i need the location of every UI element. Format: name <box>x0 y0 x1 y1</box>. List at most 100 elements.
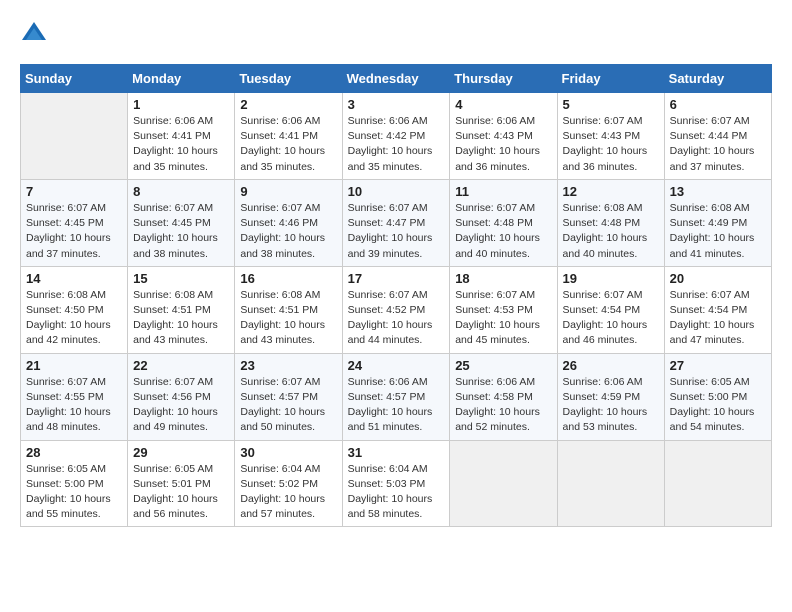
weekday-header-sunday: Sunday <box>21 65 128 93</box>
calendar-cell: 27 Sunrise: 6:05 AMSunset: 5:00 PMDayligh… <box>664 353 771 440</box>
logo-icon <box>20 20 48 48</box>
page-header <box>20 20 772 48</box>
day-number: 4 <box>455 97 551 112</box>
day-number: 15 <box>133 271 229 286</box>
weekday-header-wednesday: Wednesday <box>342 65 450 93</box>
day-number: 20 <box>670 271 766 286</box>
day-number: 27 <box>670 358 766 373</box>
calendar-cell: 14 Sunrise: 6:08 AMSunset: 4:50 PMDayligh… <box>21 266 128 353</box>
day-info: Sunrise: 6:05 AMSunset: 5:00 PMDaylight:… <box>670 375 766 436</box>
day-number: 31 <box>348 445 445 460</box>
day-number: 1 <box>133 97 229 112</box>
day-info: Sunrise: 6:07 AMSunset: 4:43 PMDaylight:… <box>563 114 659 175</box>
calendar-cell: 21 Sunrise: 6:07 AMSunset: 4:55 PMDayligh… <box>21 353 128 440</box>
day-info: Sunrise: 6:07 AMSunset: 4:53 PMDaylight:… <box>455 288 551 349</box>
calendar-cell <box>557 440 664 527</box>
calendar-cell: 26 Sunrise: 6:06 AMSunset: 4:59 PMDayligh… <box>557 353 664 440</box>
day-number: 24 <box>348 358 445 373</box>
calendar-cell: 17 Sunrise: 6:07 AMSunset: 4:52 PMDayligh… <box>342 266 450 353</box>
calendar-cell: 12 Sunrise: 6:08 AMSunset: 4:48 PMDayligh… <box>557 179 664 266</box>
day-info: Sunrise: 6:07 AMSunset: 4:56 PMDaylight:… <box>133 375 229 436</box>
day-info: Sunrise: 6:06 AMSunset: 4:41 PMDaylight:… <box>240 114 336 175</box>
day-info: Sunrise: 6:07 AMSunset: 4:55 PMDaylight:… <box>26 375 122 436</box>
weekday-header-thursday: Thursday <box>450 65 557 93</box>
day-number: 17 <box>348 271 445 286</box>
weekday-header-monday: Monday <box>128 65 235 93</box>
day-info: Sunrise: 6:04 AMSunset: 5:03 PMDaylight:… <box>348 462 445 523</box>
calendar-cell: 11Sunrise: 6:07 AMSunset: 4:48 PMDayligh… <box>450 179 557 266</box>
weekday-header-tuesday: Tuesday <box>235 65 342 93</box>
calendar-week-3: 21 Sunrise: 6:07 AMSunset: 4:55 PMDayligh… <box>21 353 772 440</box>
day-info: Sunrise: 6:07 AMSunset: 4:45 PMDaylight:… <box>26 201 122 262</box>
calendar-cell: 18 Sunrise: 6:07 AMSunset: 4:53 PMDayligh… <box>450 266 557 353</box>
day-info: Sunrise: 6:08 AMSunset: 4:49 PMDaylight:… <box>670 201 766 262</box>
day-number: 7 <box>26 184 122 199</box>
day-info: Sunrise: 6:07 AMSunset: 4:48 PMDaylight:… <box>455 201 551 262</box>
day-number: 3 <box>348 97 445 112</box>
day-number: 26 <box>563 358 659 373</box>
day-info: Sunrise: 6:08 AMSunset: 4:48 PMDaylight:… <box>563 201 659 262</box>
day-number: 18 <box>455 271 551 286</box>
calendar-cell: 20 Sunrise: 6:07 AMSunset: 4:54 PMDayligh… <box>664 266 771 353</box>
calendar-week-2: 14 Sunrise: 6:08 AMSunset: 4:50 PMDayligh… <box>21 266 772 353</box>
day-number: 21 <box>26 358 122 373</box>
day-info: Sunrise: 6:06 AMSunset: 4:43 PMDaylight:… <box>455 114 551 175</box>
day-number: 6 <box>670 97 766 112</box>
day-info: Sunrise: 6:07 AMSunset: 4:54 PMDaylight:… <box>670 288 766 349</box>
weekday-header-friday: Friday <box>557 65 664 93</box>
calendar-cell: 8 Sunrise: 6:07 AMSunset: 4:45 PMDaylight… <box>128 179 235 266</box>
logo <box>20 20 52 48</box>
day-info: Sunrise: 6:06 AMSunset: 4:59 PMDaylight:… <box>563 375 659 436</box>
calendar-cell: 30Sunrise: 6:04 AMSunset: 5:02 PMDayligh… <box>235 440 342 527</box>
day-info: Sunrise: 6:07 AMSunset: 4:44 PMDaylight:… <box>670 114 766 175</box>
calendar-cell: 7 Sunrise: 6:07 AMSunset: 4:45 PMDaylight… <box>21 179 128 266</box>
calendar-cell: 28 Sunrise: 6:05 AMSunset: 5:00 PMDayligh… <box>21 440 128 527</box>
day-info: Sunrise: 6:05 AMSunset: 5:01 PMDaylight:… <box>133 462 229 523</box>
calendar-cell: 4 Sunrise: 6:06 AMSunset: 4:43 PMDaylight… <box>450 93 557 180</box>
day-info: Sunrise: 6:07 AMSunset: 4:57 PMDaylight:… <box>240 375 336 436</box>
calendar-cell: 10Sunrise: 6:07 AMSunset: 4:47 PMDayligh… <box>342 179 450 266</box>
calendar-cell: 6 Sunrise: 6:07 AMSunset: 4:44 PMDaylight… <box>664 93 771 180</box>
day-number: 25 <box>455 358 551 373</box>
day-info: Sunrise: 6:07 AMSunset: 4:45 PMDaylight:… <box>133 201 229 262</box>
weekday-header-row: SundayMondayTuesdayWednesdayThursdayFrid… <box>21 65 772 93</box>
calendar-cell: 13 Sunrise: 6:08 AMSunset: 4:49 PMDayligh… <box>664 179 771 266</box>
day-number: 13 <box>670 184 766 199</box>
day-number: 29 <box>133 445 229 460</box>
day-info: Sunrise: 6:06 AMSunset: 4:42 PMDaylight:… <box>348 114 445 175</box>
day-info: Sunrise: 6:08 AMSunset: 4:51 PMDaylight:… <box>133 288 229 349</box>
day-info: Sunrise: 6:07 AMSunset: 4:52 PMDaylight:… <box>348 288 445 349</box>
calendar-cell: 1 Sunrise: 6:06 AMSunset: 4:41 PMDaylight… <box>128 93 235 180</box>
day-number: 16 <box>240 271 336 286</box>
calendar-cell: 9 Sunrise: 6:07 AMSunset: 4:46 PMDaylight… <box>235 179 342 266</box>
day-number: 28 <box>26 445 122 460</box>
day-info: Sunrise: 6:05 AMSunset: 5:00 PMDaylight:… <box>26 462 122 523</box>
calendar-cell: 24 Sunrise: 6:06 AMSunset: 4:57 PMDayligh… <box>342 353 450 440</box>
day-number: 5 <box>563 97 659 112</box>
day-info: Sunrise: 6:07 AMSunset: 4:46 PMDaylight:… <box>240 201 336 262</box>
day-info: Sunrise: 6:08 AMSunset: 4:50 PMDaylight:… <box>26 288 122 349</box>
calendar-cell: 15 Sunrise: 6:08 AMSunset: 4:51 PMDayligh… <box>128 266 235 353</box>
calendar-cell: 25 Sunrise: 6:06 AMSunset: 4:58 PMDayligh… <box>450 353 557 440</box>
calendar-table: SundayMondayTuesdayWednesdayThursdayFrid… <box>20 64 772 527</box>
day-info: Sunrise: 6:07 AMSunset: 4:54 PMDaylight:… <box>563 288 659 349</box>
day-info: Sunrise: 6:06 AMSunset: 4:57 PMDaylight:… <box>348 375 445 436</box>
day-number: 9 <box>240 184 336 199</box>
calendar-cell: 29 Sunrise: 6:05 AMSunset: 5:01 PMDayligh… <box>128 440 235 527</box>
calendar-cell: 16Sunrise: 6:08 AMSunset: 4:51 PMDayligh… <box>235 266 342 353</box>
calendar-cell: 5 Sunrise: 6:07 AMSunset: 4:43 PMDaylight… <box>557 93 664 180</box>
calendar-cell <box>664 440 771 527</box>
day-info: Sunrise: 6:07 AMSunset: 4:47 PMDaylight:… <box>348 201 445 262</box>
day-info: Sunrise: 6:06 AMSunset: 4:41 PMDaylight:… <box>133 114 229 175</box>
day-number: 12 <box>563 184 659 199</box>
calendar-week-4: 28 Sunrise: 6:05 AMSunset: 5:00 PMDayligh… <box>21 440 772 527</box>
day-number: 2 <box>240 97 336 112</box>
calendar-cell: 2 Sunrise: 6:06 AMSunset: 4:41 PMDaylight… <box>235 93 342 180</box>
day-number: 8 <box>133 184 229 199</box>
calendar-cell: 19Sunrise: 6:07 AMSunset: 4:54 PMDayligh… <box>557 266 664 353</box>
calendar-week-1: 7 Sunrise: 6:07 AMSunset: 4:45 PMDaylight… <box>21 179 772 266</box>
day-info: Sunrise: 6:06 AMSunset: 4:58 PMDaylight:… <box>455 375 551 436</box>
day-number: 14 <box>26 271 122 286</box>
day-info: Sunrise: 6:04 AMSunset: 5:02 PMDaylight:… <box>240 462 336 523</box>
calendar-week-0: 1 Sunrise: 6:06 AMSunset: 4:41 PMDaylight… <box>21 93 772 180</box>
